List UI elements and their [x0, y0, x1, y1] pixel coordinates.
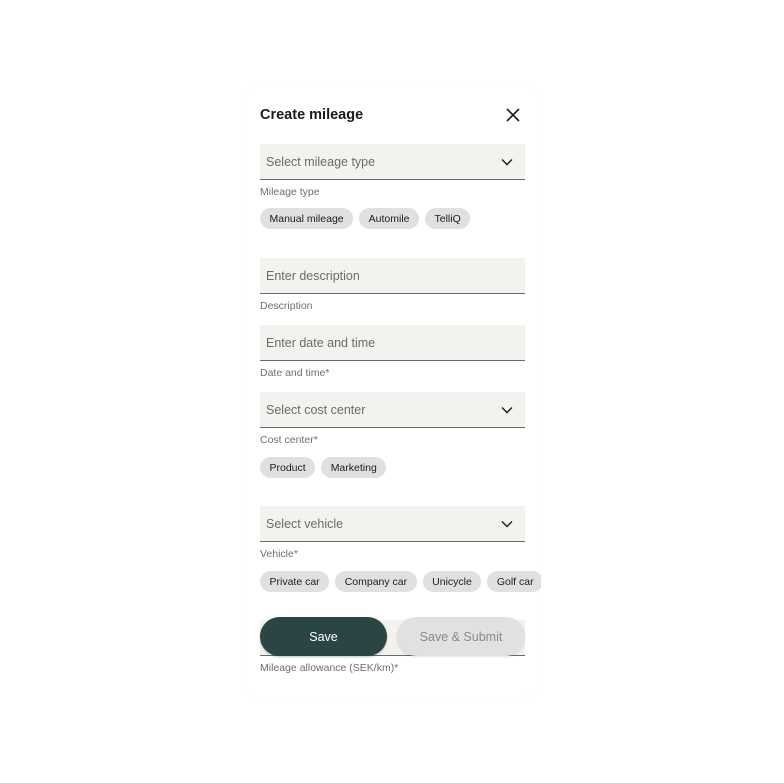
- chip-private-car[interactable]: Private car: [260, 571, 330, 592]
- action-buttons: Save Save & Submit: [260, 617, 525, 657]
- vehicle-label: Vehicle*: [260, 548, 298, 560]
- cost-center-select[interactable]: Select cost center: [260, 392, 525, 428]
- date-time-placeholder: Enter date and time: [266, 335, 376, 350]
- cost-center-placeholder: Select cost center: [266, 402, 366, 417]
- vehicle-field: Select vehicle Vehicle*: [260, 506, 525, 560]
- create-mileage-dialog: Create mileage Select mileage type Milea…: [243, 86, 541, 696]
- description-input[interactable]: Enter description: [260, 258, 525, 294]
- chip-manual-mileage[interactable]: Manual mileage: [260, 208, 354, 229]
- chip-unicycle[interactable]: Unicycle: [422, 571, 482, 592]
- vehicle-placeholder: Select vehicle: [266, 516, 344, 531]
- cost-center-field: Select cost center Cost center*: [260, 392, 525, 446]
- description-field: Enter description Description: [260, 258, 525, 312]
- close-icon[interactable]: [506, 108, 520, 122]
- vehicle-select[interactable]: Select vehicle: [260, 506, 525, 542]
- chip-automile[interactable]: Automile: [359, 208, 419, 229]
- chevron-down-icon: [501, 406, 513, 413]
- chip-marketing[interactable]: Marketing: [321, 457, 387, 478]
- dialog-title: Create mileage: [260, 107, 364, 123]
- mileage-type-select[interactable]: Select mileage type: [260, 144, 525, 180]
- mileage-type-label: Mileage type: [260, 186, 320, 198]
- chip-company-car[interactable]: Company car: [335, 571, 417, 592]
- mileage-type-field: Select mileage type Mileage type: [260, 144, 525, 198]
- cost-center-label: Cost center*: [260, 434, 318, 446]
- save-and-submit-button[interactable]: Save & Submit: [397, 617, 525, 656]
- mileage-type-placeholder: Select mileage type: [266, 154, 376, 169]
- chip-golf-car[interactable]: Golf car: [487, 571, 541, 592]
- cost-center-chips: Product Marketing: [260, 457, 387, 478]
- mileage-type-chips: Manual mileage Automile TelliQ: [260, 208, 471, 229]
- date-time-label: Date and time*: [260, 367, 330, 379]
- description-placeholder: Enter description: [266, 268, 360, 283]
- description-label: Description: [260, 300, 313, 312]
- chip-product[interactable]: Product: [260, 457, 316, 478]
- date-time-input[interactable]: Enter date and time: [260, 325, 525, 361]
- mileage-allowance-label: Mileage allowance (SEK/km)*: [260, 662, 399, 674]
- chip-telliq[interactable]: TelliQ: [425, 208, 471, 229]
- dialog-header: Create mileage: [260, 104, 525, 126]
- save-button[interactable]: Save: [260, 617, 387, 656]
- date-time-field: Enter date and time Date and time*: [260, 325, 525, 379]
- vehicle-chips[interactable]: Private car Company car Unicycle Golf ca…: [260, 571, 541, 592]
- chevron-down-icon: [501, 158, 513, 165]
- chevron-down-icon: [501, 520, 513, 527]
